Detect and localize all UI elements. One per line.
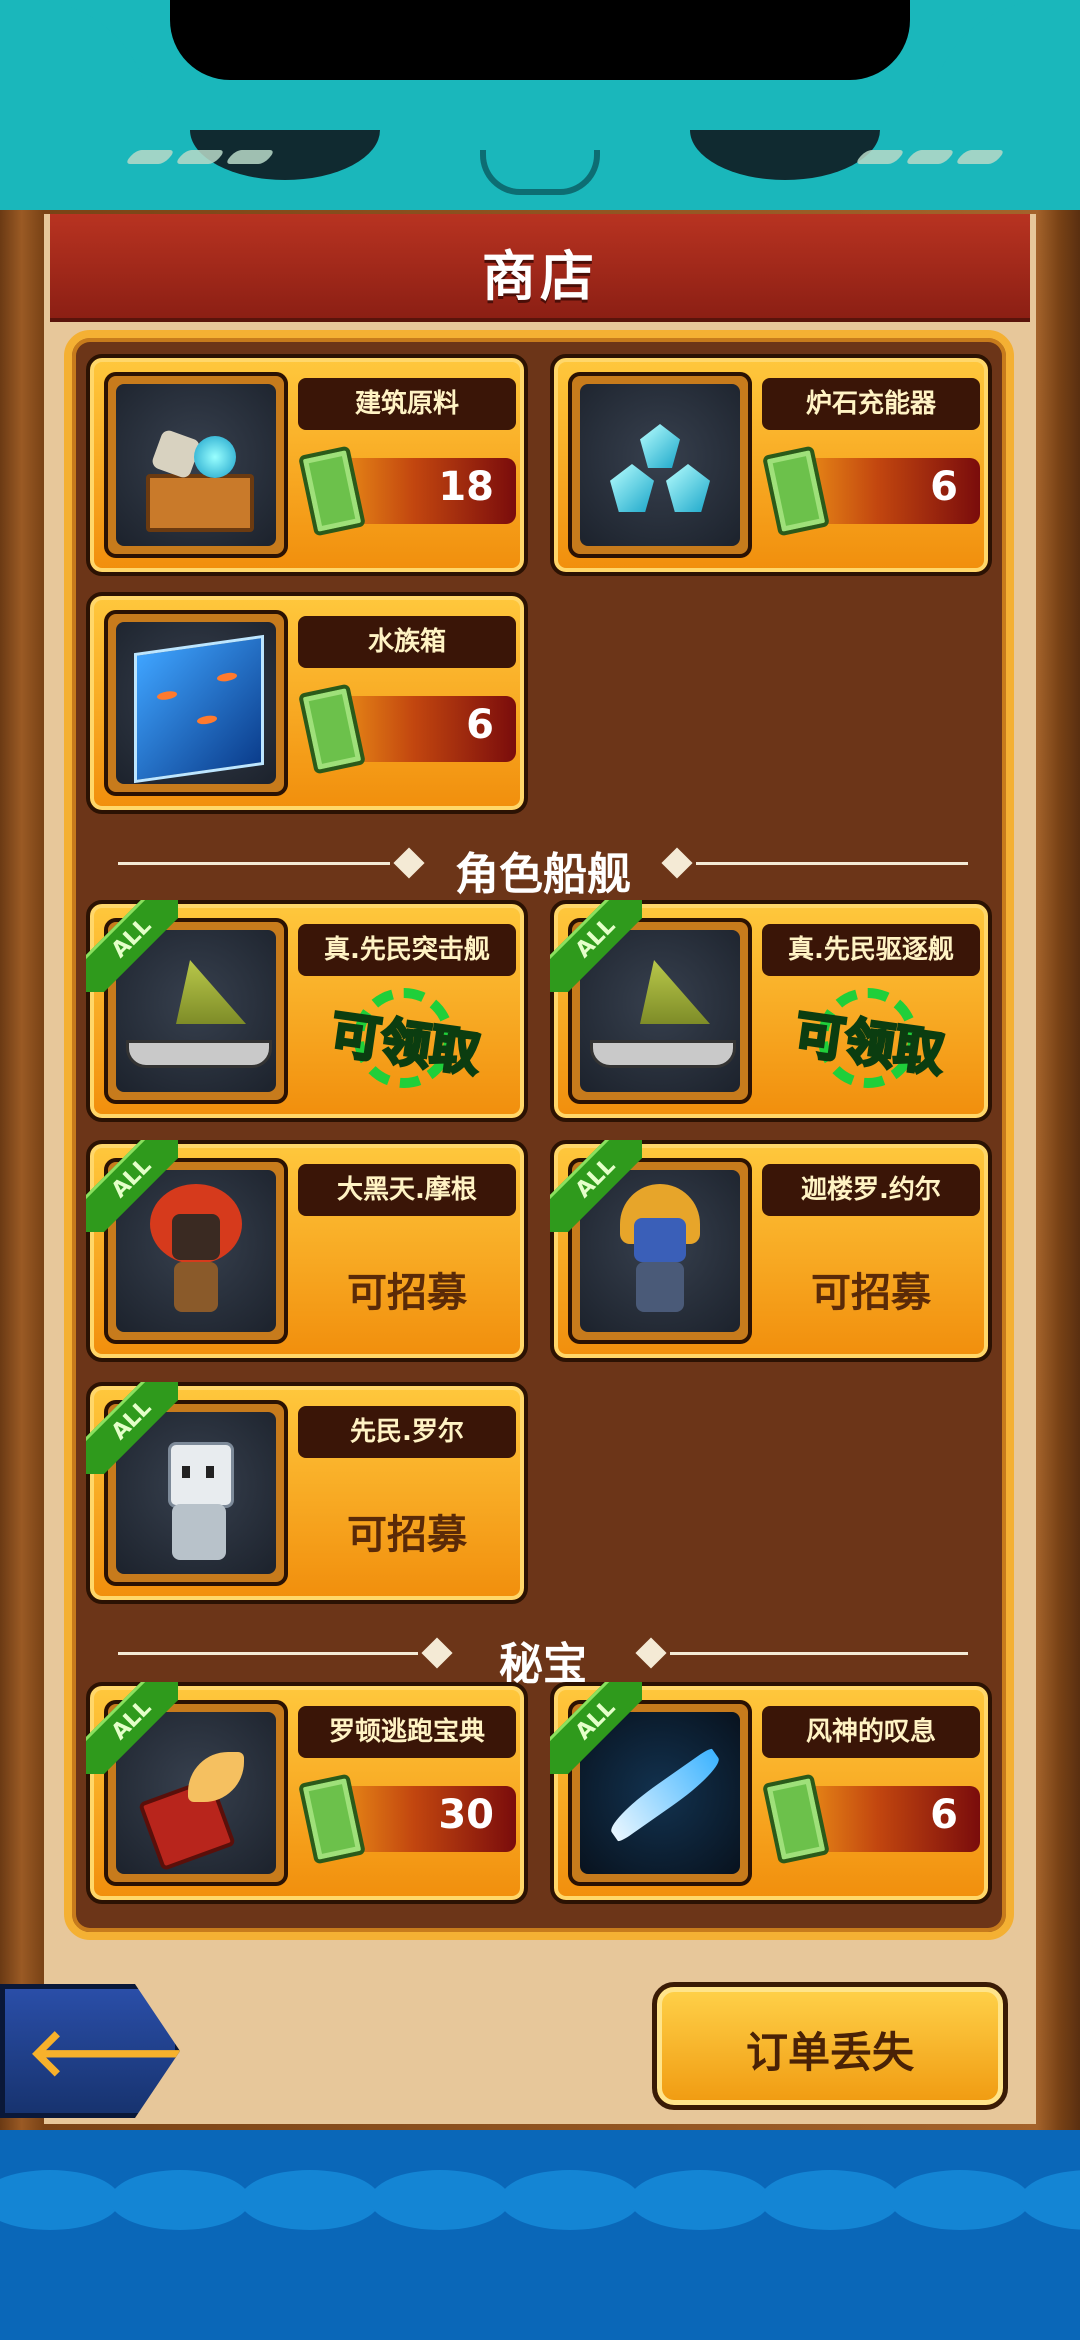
shop-item-aquarium[interactable]: 水族箱 6 [86, 592, 528, 814]
treasure-item-wind-sigh[interactable]: 风神的叹息 6 ALL [550, 1682, 992, 1904]
page-title: 商店 [482, 245, 598, 308]
price-value: 30 [438, 1792, 494, 1838]
cash-icon [762, 1773, 830, 1865]
price-value: 6 [466, 702, 494, 748]
claimable-badge[interactable]: 可领取 [790, 984, 950, 1094]
sea-decoration [0, 2130, 1080, 2340]
shop-item-building-material[interactable]: 建筑原料 18 [86, 354, 528, 576]
all-tag: ALL [86, 1140, 178, 1232]
price-value: 18 [438, 464, 494, 510]
ship-item-assault[interactable]: 真.先民突击舰 可领取 ALL [86, 900, 528, 1122]
section-divider-ships: 角色船舰 [118, 834, 968, 900]
item-name: 风神的叹息 [762, 1706, 980, 1758]
cash-icon [298, 1773, 366, 1865]
all-tag: ALL [86, 1382, 178, 1474]
item-name: 真.先民驱逐舰 [762, 924, 980, 976]
hero-item-rol[interactable]: 先民.罗尔 可招募 ALL [86, 1382, 528, 1604]
item-name: 大黑天.摩根 [298, 1164, 516, 1216]
hero-item-garuda[interactable]: 迦楼罗.约尔 可招募 ALL [550, 1140, 992, 1362]
item-name: 真.先民突击舰 [298, 924, 516, 976]
price-tag: 30 [298, 1773, 516, 1865]
all-tag: ALL [86, 900, 178, 992]
item-name: 先民.罗尔 [298, 1406, 516, 1458]
section-divider-treasure: 秘宝 [118, 1624, 968, 1690]
cap-mouth [480, 150, 600, 195]
item-name: 水族箱 [298, 616, 516, 668]
all-tag: ALL [550, 900, 642, 992]
price-value: 6 [930, 1792, 958, 1838]
item-name: 罗顿逃跑宝典 [298, 1706, 516, 1758]
shop-item-hearthstone-charger[interactable]: 炉石充能器 6 [550, 354, 992, 576]
crate-ore-icon [136, 414, 256, 534]
price-tag: 6 [298, 683, 516, 775]
hero-item-morgan[interactable]: 大黑天.摩根 可招募 ALL [86, 1140, 528, 1362]
order-lost-label: 订单丢失 [745, 2028, 914, 2077]
cash-icon [298, 683, 366, 775]
claimable-badge[interactable]: 可领取 [326, 984, 486, 1094]
top-cap-decoration [0, 0, 1080, 210]
treasure-item-escape-book[interactable]: 罗顿逃跑宝典 30 ALL [86, 1682, 528, 1904]
shop-title-bar: 商店 [50, 214, 1030, 322]
price-value: 6 [930, 464, 958, 510]
all-tag: ALL [86, 1682, 178, 1774]
section-title: 角色船舰 [455, 849, 631, 900]
order-lost-button[interactable]: 订单丢失 [652, 1982, 1008, 2110]
aquarium-icon [134, 634, 264, 784]
recruitable-status: 可招募 [347, 1270, 467, 1316]
recruitable-status: 可招募 [811, 1270, 931, 1316]
all-tag: ALL [550, 1140, 642, 1232]
item-name: 建筑原料 [298, 378, 516, 430]
price-tag: 6 [762, 1773, 980, 1865]
price-tag: 6 [762, 445, 980, 537]
crystal-icon [610, 424, 710, 514]
item-name: 炉石充能器 [762, 378, 980, 430]
recruitable-status: 可招募 [347, 1512, 467, 1558]
all-tag: ALL [550, 1682, 642, 1774]
cash-icon [762, 445, 830, 537]
item-name: 迦楼罗.约尔 [762, 1164, 980, 1216]
cash-icon [298, 445, 366, 537]
price-tag: 18 [298, 445, 516, 537]
ship-item-destroyer[interactable]: 真.先民驱逐舰 可领取 ALL [550, 900, 992, 1122]
